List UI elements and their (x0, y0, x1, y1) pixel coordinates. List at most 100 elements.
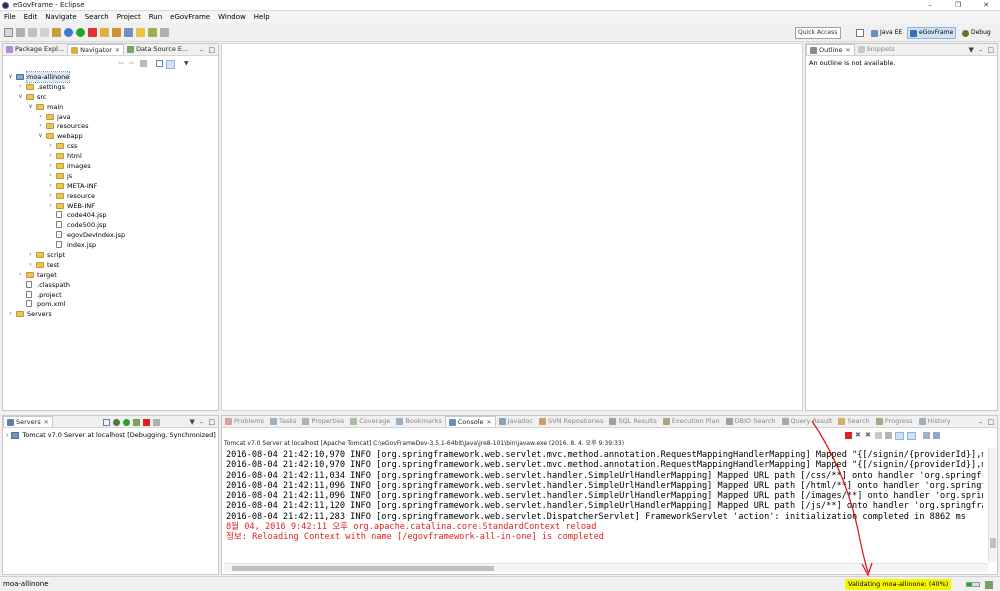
tab-query-result[interactable]: Query Result (779, 416, 836, 427)
collapse-chevron-icon[interactable]: ∨ (17, 92, 24, 102)
expand-chevron-icon[interactable]: › (47, 191, 54, 201)
tab-navigator[interactable]: Navigator ✕ (67, 44, 124, 55)
new-project-icon[interactable] (100, 28, 109, 37)
forward-arrow-icon[interactable]: ⇨ (129, 60, 137, 67)
tab-tasks[interactable]: Tasks (267, 416, 299, 427)
menu-search[interactable]: Search (81, 12, 113, 23)
collapse-icon[interactable] (103, 419, 110, 426)
search-icon[interactable] (124, 28, 133, 37)
close-tab-icon[interactable]: ✕ (846, 45, 851, 56)
tree-item[interactable]: code404.jsp (3, 210, 218, 220)
tab-outline[interactable]: Outline ✕ (806, 44, 855, 55)
tree-item[interactable]: ∨ moa-allinone (3, 71, 218, 83)
scroll-thumb[interactable] (232, 566, 494, 571)
tree-item[interactable]: › META-INF (3, 181, 218, 191)
clear-console-icon[interactable] (875, 432, 882, 439)
expand-chevron-icon[interactable]: › (47, 141, 54, 151)
console-output[interactable]: 2016-08-04 21:42:10,970 INFO [org.spring… (226, 450, 983, 543)
back-arrow-icon[interactable]: ⇦ (118, 60, 126, 67)
tab-execution-plan[interactable]: Execution Plan (660, 416, 723, 427)
remove-all-icon[interactable]: ✖ (865, 432, 872, 439)
close-button[interactable]: ✕ (972, 0, 1000, 11)
collapse-chevron-icon[interactable]: ∨ (27, 102, 34, 112)
expand-chevron-icon[interactable]: › (27, 260, 34, 270)
tree-item[interactable]: › images (3, 161, 218, 171)
build-icon[interactable] (52, 28, 61, 37)
server-entry[interactable]: › Tomcat v7.0 Server at localhost [Debug… (6, 431, 216, 439)
tab-bookmarks[interactable]: Bookmarks (393, 416, 444, 427)
open-type-icon[interactable] (112, 28, 121, 37)
remove-launch-icon[interactable]: ✖ (855, 432, 862, 439)
menu-window[interactable]: Window (214, 12, 250, 23)
menu-help[interactable]: Help (250, 12, 274, 23)
maximize-view-icon[interactable]: □ (987, 418, 994, 426)
back-icon[interactable] (148, 28, 157, 37)
menu-run[interactable]: Run (145, 12, 166, 23)
new-icon[interactable] (4, 28, 13, 37)
tree-item[interactable]: › html (3, 151, 218, 161)
tree-item[interactable]: › WEB-INF (3, 201, 218, 211)
validation-status[interactable]: Validating moa-allinone: (40%) (845, 579, 952, 590)
menu-edit[interactable]: Edit (20, 12, 42, 23)
scroll-lock-icon[interactable] (885, 432, 892, 439)
tree-item[interactable]: › java (3, 112, 218, 122)
progress-view-icon[interactable] (985, 581, 993, 589)
menu-file[interactable]: File (0, 12, 20, 23)
publish-icon[interactable] (153, 419, 160, 426)
menu-egovframe[interactable]: eGovFrame (166, 12, 214, 23)
tab-search[interactable]: Search (835, 416, 872, 427)
start-server-icon[interactable] (123, 419, 130, 426)
expand-chevron-icon[interactable]: › (7, 309, 14, 319)
maximize-view-icon[interactable]: □ (208, 46, 215, 54)
progress-bar[interactable] (966, 582, 980, 587)
tab-coverage[interactable]: Coverage (347, 416, 393, 427)
up-folder-icon[interactable] (140, 60, 147, 67)
maximize-view-icon[interactable]: □ (208, 418, 215, 426)
tab-progress[interactable]: Progress (873, 416, 916, 427)
tab-history[interactable]: History (916, 416, 954, 427)
minimize-view-icon[interactable]: – (979, 46, 983, 54)
expand-icon[interactable]: › (6, 432, 8, 439)
tree-item[interactable]: .classpath (3, 280, 218, 290)
tree-item[interactable]: index.jsp (3, 240, 218, 250)
expand-chevron-icon[interactable]: › (17, 82, 24, 92)
forward-icon[interactable] (160, 28, 169, 37)
tree-item[interactable]: pom.xml (3, 299, 218, 309)
tab-servers[interactable]: Servers ✕ (3, 416, 53, 427)
tree-item[interactable]: › css (3, 141, 218, 151)
server-icon[interactable] (88, 28, 97, 37)
tree-item[interactable]: ∨ main (3, 102, 218, 112)
tab-svn-repositories[interactable]: SVN Repositories (536, 416, 606, 427)
tree-item[interactable]: ∨ webapp (3, 131, 218, 141)
pin-console-icon[interactable] (923, 432, 930, 439)
tree-item[interactable]: › resource (3, 191, 218, 201)
link-with-editor-icon[interactable] (166, 60, 175, 69)
tab-problems[interactable]: Problems (222, 416, 267, 427)
tree-item[interactable]: › script (3, 250, 218, 260)
run-icon[interactable] (76, 28, 85, 37)
tab-properties[interactable]: Properties (299, 416, 347, 427)
terminate-icon[interactable] (845, 432, 852, 439)
show-stderr-icon[interactable] (907, 432, 916, 440)
open-console-icon[interactable] (933, 432, 940, 439)
tab-data-source-explorer[interactable]: Data Source E... (124, 44, 191, 55)
view-menu-icon[interactable]: ▼ (184, 60, 189, 69)
expand-chevron-icon[interactable]: › (37, 112, 44, 122)
open-perspective-icon[interactable] (856, 29, 864, 37)
show-stdout-icon[interactable] (895, 432, 904, 440)
perspective-java-ee[interactable]: Java EE (869, 27, 904, 39)
print-icon[interactable] (40, 28, 49, 37)
minimize-view-icon[interactable]: – (200, 418, 204, 426)
expand-chevron-icon[interactable]: › (47, 171, 54, 181)
expand-chevron-icon[interactable]: › (47, 151, 54, 161)
tab-sql-results[interactable]: SQL Results (606, 416, 659, 427)
close-tab-icon[interactable]: ✕ (44, 417, 49, 428)
tree-item[interactable]: .project (3, 290, 218, 300)
minimize-view-icon[interactable]: – (200, 46, 204, 54)
editor-area[interactable] (221, 43, 803, 411)
collapse-chevron-icon[interactable]: ∨ (37, 131, 44, 141)
profile-server-icon[interactable] (133, 419, 140, 426)
tab-javadoc[interactable]: Javadoc (496, 416, 536, 427)
collapse-chevron-icon[interactable]: ∨ (7, 72, 14, 82)
debug-icon[interactable] (64, 28, 73, 37)
